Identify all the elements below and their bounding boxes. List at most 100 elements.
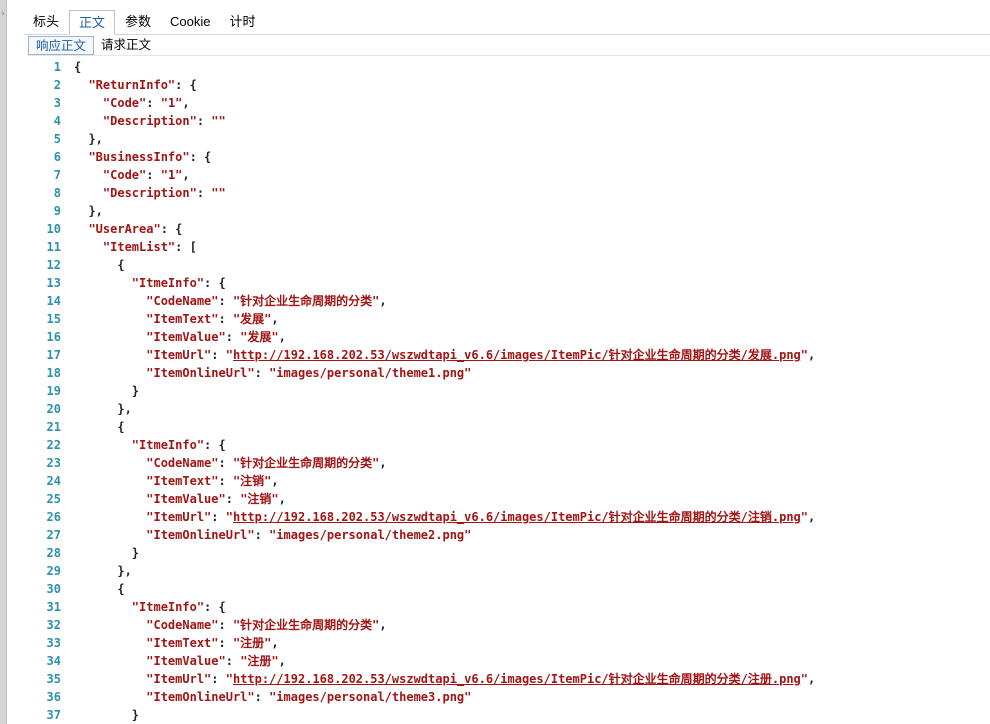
line-number: 27 xyxy=(46,528,61,542)
line-number: 3 xyxy=(53,96,61,110)
line-number: 10 xyxy=(46,222,61,236)
json-key: "Code" xyxy=(102,96,147,110)
code-line: 14 "CodeName": "针对企业生命周期的分类", xyxy=(24,292,990,310)
code-text: "ItemUrl": "http://192.168.202.53/wszwdt… xyxy=(74,508,815,526)
line-number: 9 xyxy=(53,204,61,218)
line-number: 12 xyxy=(46,258,61,272)
code-line: 16 "ItemValue": "发展", xyxy=(24,328,990,346)
code-line: 5 }, xyxy=(24,130,990,148)
json-code-viewer[interactable]: 1{2 "ReturnInfo": {3 "Code": "1", 4 "Desc… xyxy=(24,58,990,724)
line-number: 37 xyxy=(46,708,61,722)
code-text: }, xyxy=(74,562,132,580)
json-punctuation: , xyxy=(271,312,279,326)
json-punctuation: , xyxy=(278,330,286,344)
json-string: " xyxy=(800,348,809,362)
code-text: "ItemOnlineUrl": "images/personal/theme2… xyxy=(74,526,471,544)
code-line: 6 "BusinessInfo": { xyxy=(24,148,990,166)
code-text: "Code": "1", xyxy=(74,166,190,184)
left-panel-splitter[interactable]: › xyxy=(0,0,7,724)
json-url-link[interactable]: http://192.168.202.53/wszwdtapi_v6.6/ima… xyxy=(233,510,801,524)
code-line: 1{ xyxy=(24,58,990,76)
code-line: 31 "ItmeInfo": { xyxy=(24,598,990,616)
json-string: "注册" xyxy=(232,636,272,650)
tab-timing[interactable]: 计时 xyxy=(221,10,265,34)
line-number: 29 xyxy=(46,564,61,578)
code-line: 2 "ReturnInfo": { xyxy=(24,76,990,94)
code-text: }, xyxy=(74,202,103,220)
json-punctuation xyxy=(74,294,146,308)
line-number: 33 xyxy=(46,636,61,650)
code-text: "Description": "" xyxy=(74,112,226,130)
json-punctuation xyxy=(74,492,146,506)
json-punctuation xyxy=(74,96,103,110)
tab-cookie[interactable]: Cookie xyxy=(161,10,219,34)
json-punctuation xyxy=(74,510,146,524)
code-line: 34 "ItemValue": "注册", xyxy=(24,652,990,670)
code-text: "ItemOnlineUrl": "images/personal/theme3… xyxy=(74,688,471,706)
code-line: 4 "Description": "" xyxy=(24,112,990,130)
chevron-right-icon[interactable]: › xyxy=(0,8,6,20)
line-number: 30 xyxy=(46,582,61,596)
code-text: "ItemUrl": "http://192.168.202.53/wszwdt… xyxy=(74,670,815,688)
code-text: } xyxy=(74,544,139,562)
json-punctuation: { xyxy=(74,60,82,74)
json-punctuation: } xyxy=(74,384,140,398)
json-key: "CodeName" xyxy=(146,456,219,470)
inspector-tab-bar: 标头 正文 参数 Cookie 计时 xyxy=(24,9,990,35)
json-url-link[interactable]: http://192.168.202.53/wszwdtapi_v6.6/ima… xyxy=(233,672,801,686)
code-text: { xyxy=(74,58,81,76)
code-text: "ItemValue": "注册", xyxy=(74,652,286,670)
line-number: 2 xyxy=(53,78,61,92)
json-punctuation: }, xyxy=(74,204,103,218)
json-punctuation: : { xyxy=(189,150,212,164)
json-punctuation: { xyxy=(74,258,125,272)
code-text: "ItemText": "发展", xyxy=(74,310,279,328)
line-number: 24 xyxy=(46,474,61,488)
json-punctuation: : xyxy=(218,456,233,470)
json-punctuation: , xyxy=(808,672,816,686)
subtab-response-body[interactable]: 响应正文 xyxy=(28,36,95,55)
json-punctuation: : xyxy=(218,474,233,488)
json-punctuation xyxy=(74,618,146,632)
json-string: " xyxy=(225,672,233,686)
line-number: 16 xyxy=(46,330,61,344)
json-punctuation: : xyxy=(225,330,241,344)
json-string: "针对企业生命周期的分类" xyxy=(232,294,380,308)
json-punctuation: : xyxy=(225,492,241,506)
tab-params[interactable]: 参数 xyxy=(116,10,160,34)
code-line: 27 "ItemOnlineUrl": "images/personal/the… xyxy=(24,526,990,544)
subtab-request-body[interactable]: 请求正文 xyxy=(94,36,158,55)
tab-headers[interactable]: 标头 xyxy=(24,10,68,34)
json-punctuation xyxy=(74,690,146,704)
line-number: 28 xyxy=(46,546,61,560)
json-string: " xyxy=(800,672,809,686)
json-url-link[interactable]: http://192.168.202.53/wszwdtapi_v6.6/ima… xyxy=(233,348,801,362)
json-key: "ItmeInfo" xyxy=(131,276,205,290)
line-number: 1 xyxy=(53,60,61,74)
json-punctuation: }, xyxy=(74,564,132,578)
json-punctuation xyxy=(74,600,132,614)
line-number: 23 xyxy=(46,456,61,470)
json-key: "ItemUrl" xyxy=(146,348,212,362)
line-number: 17 xyxy=(46,348,61,362)
tab-body[interactable]: 正文 xyxy=(69,10,116,35)
json-string: "注销" xyxy=(232,474,272,488)
code-text: { xyxy=(74,256,125,274)
json-punctuation xyxy=(74,312,146,326)
code-line: 29 }, xyxy=(24,562,990,580)
line-number: 31 xyxy=(46,600,61,614)
json-key: "ItemValue" xyxy=(146,330,226,344)
json-key: "ItemText" xyxy=(146,636,219,650)
code-text: "CodeName": "针对企业生命周期的分类", xyxy=(74,454,386,472)
line-number: 4 xyxy=(53,114,61,128)
code-line: 24 "ItemText": "注销", xyxy=(24,472,990,490)
json-punctuation xyxy=(74,456,146,470)
json-string: " xyxy=(800,510,809,524)
json-key: "ItemUrl" xyxy=(146,672,212,686)
code-text: "ReturnInfo": { xyxy=(74,76,196,94)
json-punctuation xyxy=(74,672,146,686)
code-line: 23 "CodeName": "针对企业生命周期的分类", xyxy=(24,454,990,472)
json-key: "CodeName" xyxy=(146,294,219,308)
json-string: "images/personal/theme1.png" xyxy=(269,366,472,380)
code-text: "Description": "" xyxy=(74,184,226,202)
